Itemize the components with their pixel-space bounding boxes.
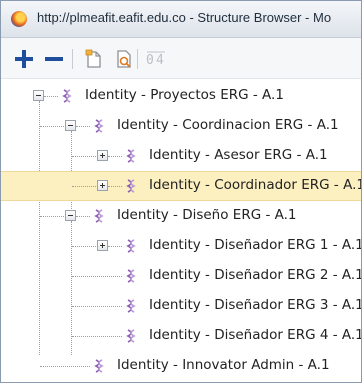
tree-node[interactable]: Identity - Innovator Admin - A.1 bbox=[1, 351, 361, 381]
tree-node-label: Identity - Diseñador ERG 1 - A.1 bbox=[149, 237, 362, 253]
tree-node[interactable]: Identity - Proyectos ERG - A.1 bbox=[1, 81, 361, 111]
new-document-icon bbox=[85, 49, 101, 68]
toolbar-separator bbox=[137, 49, 138, 69]
identity-icon bbox=[94, 359, 104, 373]
toolbar: 0 4 bbox=[1, 38, 361, 79]
add-button[interactable] bbox=[13, 48, 35, 70]
window-title: http://plmeafit.eafit.edu.co - Structure… bbox=[37, 10, 332, 25]
expand-toggle[interactable] bbox=[97, 240, 108, 251]
compare-button[interactable]: 0 4 bbox=[145, 48, 167, 70]
tree-node-label: Identity - Coordinacion ERG - A.1 bbox=[117, 117, 339, 133]
tree-branch-line bbox=[40, 126, 64, 127]
tree-branch-line bbox=[72, 276, 122, 277]
tree-branch-line bbox=[72, 156, 96, 157]
tree-branch-line bbox=[72, 336, 122, 337]
tree-node[interactable]: Identity - Diseñador ERG 3 - A.1 bbox=[1, 291, 362, 321]
tree-branch-line bbox=[108, 156, 122, 157]
identity-icon bbox=[62, 89, 72, 103]
tree-branch-line bbox=[76, 216, 90, 217]
tree-node[interactable]: Identity - Asesor ERG - A.1 bbox=[1, 141, 361, 171]
minus-icon bbox=[45, 57, 63, 61]
compare-icon: 0 4 bbox=[146, 51, 165, 68]
identity-icon bbox=[126, 299, 136, 313]
collapse-toggle[interactable] bbox=[33, 90, 44, 101]
structure-tree: Identity - Proyectos ERG - A.1 Identity … bbox=[1, 79, 362, 382]
tree-branch-line bbox=[108, 186, 122, 187]
tree-branch-line bbox=[72, 186, 96, 187]
tree-node-label: Identity - Proyectos ERG - A.1 bbox=[85, 87, 284, 103]
preview-document-icon bbox=[117, 50, 131, 68]
tree-branch-line bbox=[40, 216, 64, 217]
svg-text:0: 0 bbox=[146, 53, 154, 68]
tree-node[interactable]: Identity - Diseñador ERG 2 - A.1 bbox=[1, 261, 362, 291]
tree-node-label: Identity - Diseñador ERG 3 - A.1 bbox=[149, 297, 362, 313]
identity-icon bbox=[126, 179, 136, 193]
identity-icon bbox=[126, 329, 136, 343]
identity-icon bbox=[94, 209, 104, 223]
identity-icon bbox=[94, 119, 104, 133]
preview-button[interactable] bbox=[113, 48, 135, 70]
expand-toggle[interactable] bbox=[97, 150, 108, 161]
tree-node-selected[interactable]: Identity - Coordinador ERG - A.1 bbox=[1, 171, 362, 201]
tree-branch-line bbox=[72, 306, 122, 307]
remove-button[interactable] bbox=[43, 48, 65, 70]
svg-text:4: 4 bbox=[156, 53, 164, 68]
structure-browser-window: http://plmeafit.eafit.edu.co - Structure… bbox=[0, 0, 362, 383]
tree-node-label: Identity - Diseño ERG - A.1 bbox=[117, 207, 297, 223]
plus-icon bbox=[15, 50, 33, 68]
identity-icon bbox=[126, 149, 136, 163]
tree-branch-line bbox=[76, 126, 90, 127]
tree-node-label: Identity - Innovator Admin - A.1 bbox=[117, 357, 330, 373]
tree-node[interactable]: Identity - Diseño ERG - A.1 bbox=[1, 201, 361, 231]
browser-icon bbox=[11, 11, 27, 27]
identity-icon bbox=[126, 269, 136, 283]
tree-node-label: Identity - Coordinador ERG - A.1 bbox=[149, 177, 362, 193]
tree-branch-line bbox=[108, 246, 122, 247]
toolbar-separator bbox=[72, 49, 73, 69]
tree-node-label: Identity - Diseñador ERG 4 - A.1 bbox=[149, 327, 362, 343]
tree-node[interactable]: Identity - Diseñador ERG 1 - A.1 bbox=[1, 231, 362, 261]
new-document-button[interactable] bbox=[83, 48, 105, 70]
identity-icon bbox=[126, 239, 136, 253]
tree-node-label: Identity - Diseñador ERG 2 - A.1 bbox=[149, 267, 362, 283]
tree-branch-line bbox=[40, 366, 90, 367]
collapse-toggle[interactable] bbox=[65, 120, 76, 131]
tree-node[interactable]: Identity - Diseñador ERG 4 - A.1 bbox=[1, 321, 362, 351]
collapse-toggle[interactable] bbox=[65, 210, 76, 221]
tree-branch-line bbox=[44, 96, 58, 97]
tree-branch-line bbox=[72, 246, 96, 247]
title-bar: http://plmeafit.eafit.edu.co - Structure… bbox=[1, 1, 361, 38]
tree-node[interactable]: Identity - Coordinacion ERG - A.1 bbox=[1, 111, 361, 141]
expand-toggle[interactable] bbox=[97, 180, 108, 191]
tree-node-label: Identity - Asesor ERG - A.1 bbox=[149, 147, 328, 163]
